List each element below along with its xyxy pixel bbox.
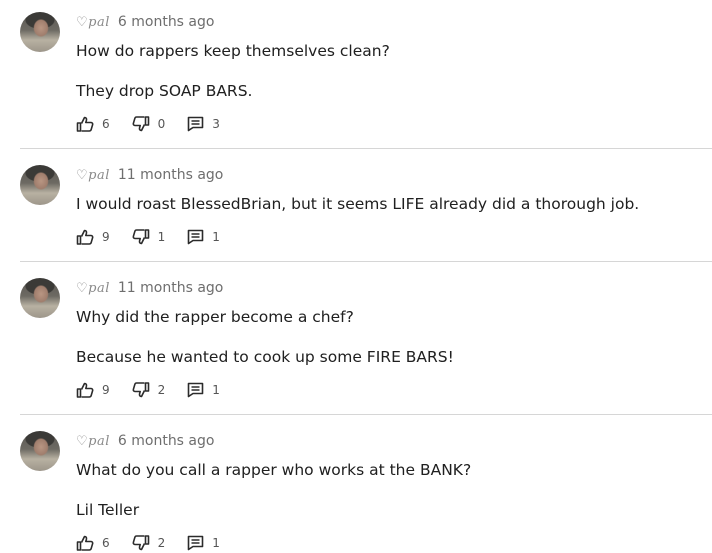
username[interactable]: ♡pal: [76, 281, 110, 296]
comment-icon: [187, 116, 204, 132]
comment-meta: ♡pal 11 months ago: [76, 165, 223, 185]
dislike-count: 1: [157, 230, 166, 244]
comment-text: Lil Teller: [76, 501, 140, 519]
comment-divider: [20, 261, 712, 262]
dislike-button[interactable]: 0: [132, 116, 166, 132]
like-button[interactable]: 9: [76, 229, 110, 245]
reply-count: 3: [212, 117, 220, 131]
comment-actions: 9 1 1: [76, 227, 242, 247]
timestamp: 11 months ago: [117, 167, 224, 183]
comment-actions: 6 0 3: [76, 114, 242, 134]
timestamp: 6 months ago: [117, 14, 215, 30]
comment-text: What do you call a rapper who works at t…: [76, 461, 472, 479]
username[interactable]: ♡pal: [76, 434, 110, 449]
comment-text: Why did the rapper become a chef?: [76, 308, 354, 326]
reply-button[interactable]: 1: [187, 229, 220, 245]
reply-button[interactable]: 1: [187, 535, 220, 551]
username[interactable]: ♡pal: [76, 168, 110, 183]
thumbs-up-icon: [76, 229, 94, 245]
comment-meta: ♡pal 6 months ago: [76, 431, 214, 451]
timestamp: 6 months ago: [117, 433, 215, 449]
like-button[interactable]: 6: [76, 116, 110, 132]
timestamp: 11 months ago: [117, 280, 224, 296]
dislike-button[interactable]: 2: [132, 382, 166, 398]
thumbs-up-icon: [76, 535, 94, 551]
thumbs-up-icon: [76, 116, 94, 132]
reply-count: 1: [212, 230, 220, 244]
comment-text: How do rappers keep themselves clean?: [76, 42, 390, 60]
thumbs-down-icon: [132, 229, 150, 245]
reply-count: 1: [212, 383, 220, 397]
dislike-count: 2: [157, 383, 166, 397]
dislike-button[interactable]: 1: [132, 229, 166, 245]
comment-meta: ♡pal 6 months ago: [76, 12, 214, 32]
like-button[interactable]: 6: [76, 535, 110, 551]
reply-count: 1: [212, 536, 220, 550]
comment-icon: [187, 535, 204, 551]
reply-button[interactable]: 3: [187, 116, 220, 132]
like-count: 6: [102, 117, 110, 131]
like-count: 6: [102, 536, 110, 550]
comment-icon: [187, 382, 204, 398]
like-button[interactable]: 9: [76, 382, 110, 398]
thumbs-down-icon: [132, 535, 150, 551]
comment-text: Because he wanted to cook up some FIRE B…: [76, 348, 454, 366]
comment-actions: 9 2 1: [76, 380, 242, 400]
dislike-count: 0: [157, 117, 166, 131]
username[interactable]: ♡pal: [76, 15, 110, 30]
comment-divider: [20, 148, 712, 149]
comment-divider: [20, 414, 712, 415]
like-count: 9: [102, 230, 110, 244]
avatar[interactable]: [20, 12, 60, 52]
comment-feed: ♡pal 6 months ago How do rappers keep th…: [0, 0, 712, 553]
like-count: 9: [102, 383, 110, 397]
dislike-button[interactable]: 2: [132, 535, 166, 551]
reply-button[interactable]: 1: [187, 382, 220, 398]
comment-actions: 6 2 1: [76, 533, 242, 553]
comment-text: They drop SOAP BARS.: [76, 82, 253, 100]
avatar[interactable]: [20, 278, 60, 318]
thumbs-down-icon: [132, 116, 150, 132]
avatar[interactable]: [20, 165, 60, 205]
thumbs-up-icon: [76, 382, 94, 398]
thumbs-down-icon: [132, 382, 150, 398]
comment-meta: ♡pal 11 months ago: [76, 278, 223, 298]
comment-icon: [187, 229, 204, 245]
dislike-count: 2: [157, 536, 166, 550]
comment-text: I would roast BlessedBrian, but it seems…: [76, 195, 640, 213]
avatar[interactable]: [20, 431, 60, 471]
